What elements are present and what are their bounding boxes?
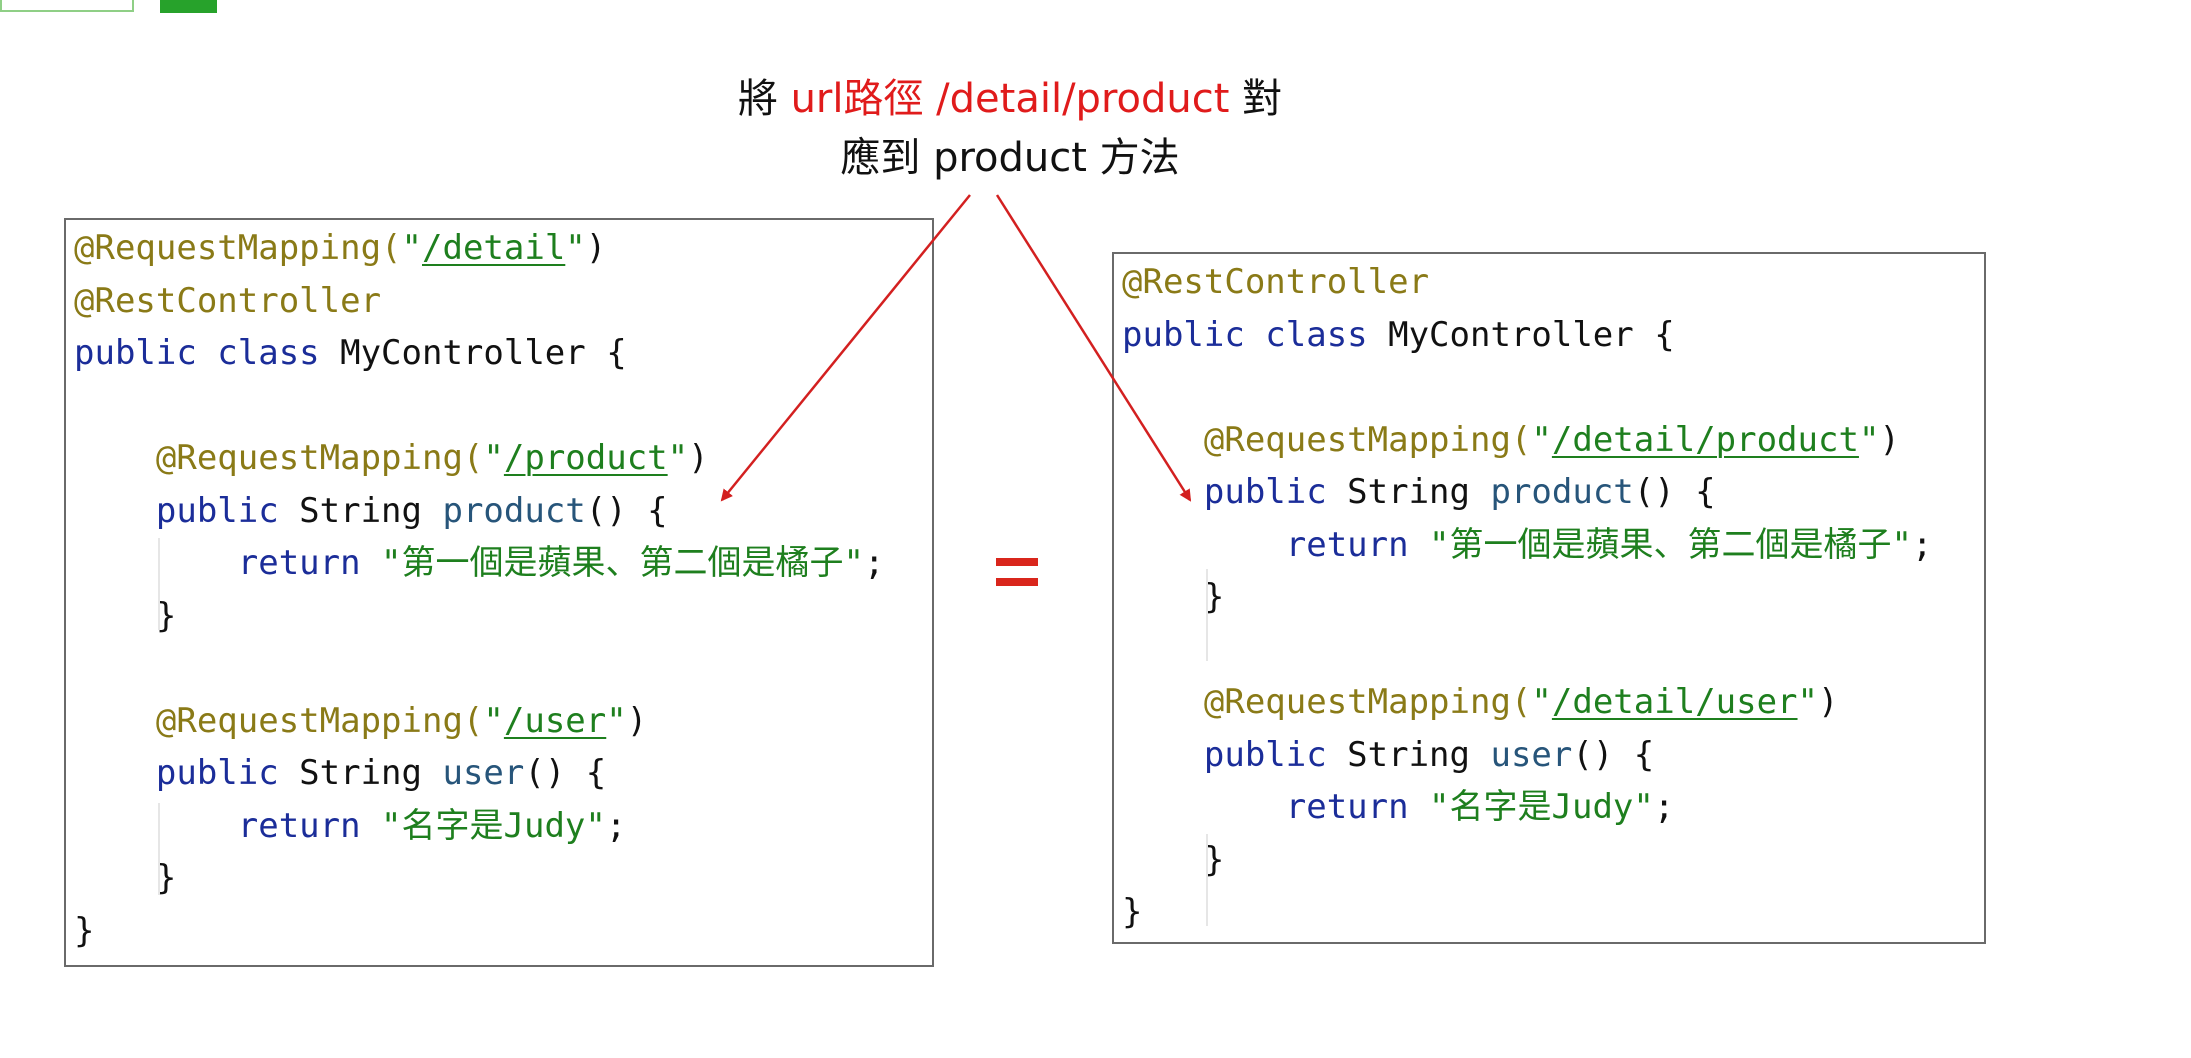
arrow-to-left-product [720, 194, 971, 502]
arrows-layer [720, 194, 1192, 502]
arrow-to-right-product [995, 194, 1192, 502]
